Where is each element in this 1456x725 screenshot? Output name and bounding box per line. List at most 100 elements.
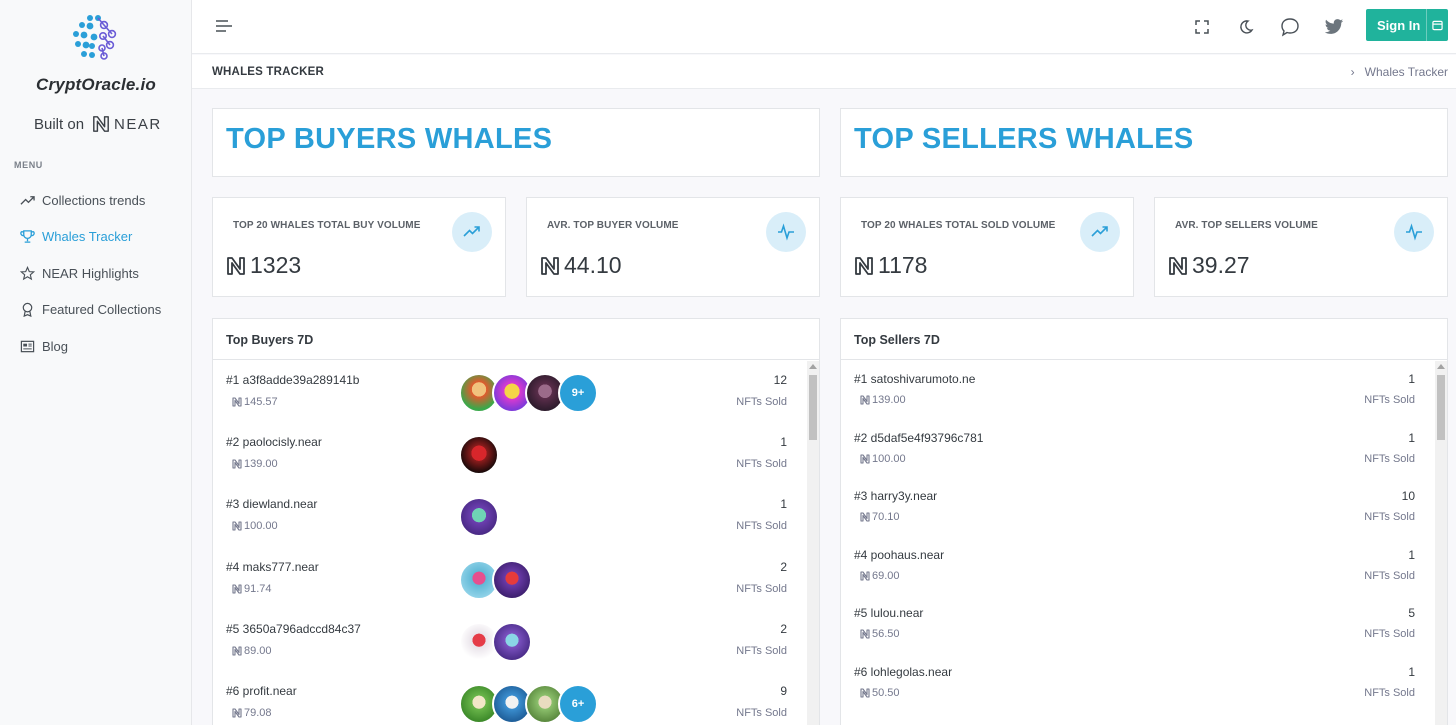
whale-name[interactable]: #4 poohaus.near xyxy=(854,548,944,562)
top-buyers-scrollbar[interactable] xyxy=(807,361,819,725)
nft-avatar[interactable] xyxy=(459,497,499,538)
volume-value: 139.00 xyxy=(872,394,906,406)
menu-title: MENU xyxy=(14,160,43,170)
near-currency-icon xyxy=(1169,256,1187,275)
list-item[interactable]: #2 paolocisly.near 139.00 1 NFTs Sold xyxy=(213,423,807,485)
whale-volume: 139.00 xyxy=(860,394,906,406)
stat-number: 44.10 xyxy=(564,252,622,278)
twitter-icon[interactable] xyxy=(1312,14,1356,40)
sidebar-item-whales-tracker[interactable]: Whales Tracker xyxy=(0,219,192,256)
nft-count: 1 xyxy=(1408,547,1415,562)
near-currency-icon xyxy=(232,459,242,469)
scroll-up-arrow-icon[interactable] xyxy=(1437,364,1445,369)
nft-count: 10 xyxy=(1401,489,1415,503)
near-logo-icon xyxy=(93,116,109,132)
stat-label: AVR. TOP BUYER VOLUME xyxy=(547,220,679,231)
sidebar-item-collections-trends[interactable]: Collections trends xyxy=(0,182,192,219)
near-wordmark: NEAR xyxy=(114,115,162,133)
whale-name[interactable]: #6 lohlegolas.near xyxy=(854,665,952,679)
list-item[interactable]: #3 diewland.near 100.00 1 NFTs Sold xyxy=(213,485,807,547)
whale-name[interactable]: #5 lulou.near xyxy=(854,606,923,620)
nft-avatars xyxy=(459,497,499,538)
nft-avatars xyxy=(459,435,499,476)
nft-count-label: NFTs Sold xyxy=(736,582,787,595)
dark-mode-moon-icon[interactable] xyxy=(1224,14,1268,40)
near-currency-icon xyxy=(232,397,242,407)
whale-name[interactable]: #6 profit.near xyxy=(226,684,297,698)
list-item[interactable]: #4 poohaus.near 69.00 1 NFTs Sold xyxy=(841,537,1435,596)
stat-number: 39.27 xyxy=(1192,252,1250,278)
more-nfts-badge[interactable]: 6+ xyxy=(558,683,598,724)
whale-volume: 139.00 xyxy=(232,458,278,470)
list-item[interactable]: #1 a3f8adde39a289141b 145.57 9+ 12 NFTs … xyxy=(213,361,807,423)
sidebar: CryptOracle.io Built on NEAR MENU Collec… xyxy=(0,0,192,725)
whale-name[interactable]: #1 satoshivarumoto.ne xyxy=(854,372,975,386)
volume-value: 145.57 xyxy=(244,396,278,408)
breadcrumb-item[interactable]: Whales Tracker xyxy=(1365,65,1448,79)
nft-count-label: NFTs Sold xyxy=(1364,394,1415,406)
nft-count-label: NFTs Sold xyxy=(736,396,787,408)
more-nfts-badge[interactable]: 9+ xyxy=(558,373,598,413)
stat-label: TOP 20 WHALES TOTAL SOLD VOLUME xyxy=(861,220,1056,231)
nft-avatars: 6+ xyxy=(459,683,598,724)
nft-avatar[interactable] xyxy=(459,435,499,476)
nft-avatars: 9+ xyxy=(459,373,598,413)
sign-in-button[interactable]: Sign In xyxy=(1366,9,1448,41)
nft-count: 9 xyxy=(780,683,787,698)
fullscreen-icon[interactable] xyxy=(1180,14,1224,40)
scrollbar-thumb[interactable] xyxy=(809,375,817,440)
nft-count: 1 xyxy=(1408,664,1415,679)
newspaper-icon xyxy=(19,338,35,354)
chat-bubble-icon[interactable] xyxy=(1268,14,1312,40)
near-currency-icon xyxy=(860,570,870,581)
list-item[interactable]: #4 maks777.near 91.74 2 NFTs Sold xyxy=(213,548,807,610)
scrollbar-thumb[interactable] xyxy=(1437,375,1445,440)
sidebar-item-featured-collections[interactable]: Featured Collections xyxy=(0,292,192,329)
scroll-up-arrow-icon[interactable] xyxy=(809,364,817,369)
whale-volume: 56.50 xyxy=(860,628,900,640)
top-sellers-scrollbar[interactable] xyxy=(1435,361,1447,725)
trending-up-icon xyxy=(452,212,492,252)
nft-avatar[interactable] xyxy=(492,621,532,662)
whale-name[interactable]: #3 harry3y.near xyxy=(854,489,937,503)
activity-icon xyxy=(1394,212,1434,252)
near-currency-icon xyxy=(860,629,870,639)
sidebar-item-label: Blog xyxy=(42,338,69,354)
sidebar-item-near-highlights[interactable]: NEAR Highlights xyxy=(0,255,192,292)
list-item[interactable]: #6 lohlegolas.near 50.50 1 NFTs Sold xyxy=(841,654,1435,713)
menu-toggle-icon[interactable] xyxy=(215,18,233,34)
brand-name[interactable]: CryptOracle.io xyxy=(0,75,192,95)
nft-count-label: NFTs Sold xyxy=(1364,628,1415,640)
whale-name[interactable]: #2 d5daf5e4f93796c781 xyxy=(854,431,983,445)
whale-name[interactable]: #4 maks777.near xyxy=(226,560,319,574)
trend-line-icon xyxy=(19,192,35,208)
whale-volume: 89.00 xyxy=(232,645,272,657)
whale-volume: 91.74 xyxy=(232,583,272,595)
list-item[interactable]: #3 harry3y.near 70.10 10 NFTs Sold xyxy=(841,478,1435,537)
sidebar-item-label: Featured Collections xyxy=(42,302,162,318)
whale-name[interactable]: #1 a3f8adde39a289141b xyxy=(226,373,359,387)
list-item[interactable]: #6 profit.near 79.08 6+ 9 NFTs Sold xyxy=(213,672,807,725)
nft-count: 12 xyxy=(773,373,787,387)
list-item[interactable]: #5 3650a796adccd84c37 89.00 2 NFTs Sold xyxy=(213,610,807,672)
brand-logo-icon[interactable] xyxy=(70,12,122,62)
top-sellers-list: #1 satoshivarumoto.ne 139.00 1 NFTs Sold… xyxy=(841,361,1435,725)
whale-name[interactable]: #5 3650a796adccd84c37 xyxy=(226,622,361,636)
whale-volume: 145.57 xyxy=(232,396,278,408)
nft-count-label: NFTs Sold xyxy=(736,644,787,657)
list-item[interactable]: #5 lulou.near 56.50 5 NFTs Sold xyxy=(841,595,1435,654)
list-item[interactable]: #1 satoshivarumoto.ne 139.00 1 NFTs Sold xyxy=(841,361,1435,420)
nft-count-label: NFTs Sold xyxy=(1364,686,1415,699)
list-item[interactable]: #2 d5daf5e4f93796c781 100.00 1 NFTs Sold xyxy=(841,420,1435,479)
list-title: Top Sellers 7D xyxy=(841,319,1447,360)
stat-value: 44.10 xyxy=(540,252,622,279)
sidebar-item-blog[interactable]: Blog xyxy=(0,328,192,365)
nft-count-label: NFTs Sold xyxy=(736,520,787,533)
sidebar-item-label: Collections trends xyxy=(42,192,146,208)
whale-name[interactable]: #3 diewland.near xyxy=(226,497,317,511)
nft-avatar[interactable] xyxy=(492,559,532,600)
stat-label: TOP 20 WHALES TOTAL BUY VOLUME xyxy=(233,220,421,231)
nft-avatars xyxy=(459,559,532,600)
nft-count-label: NFTs Sold xyxy=(1364,452,1415,465)
whale-name[interactable]: #2 paolocisly.near xyxy=(226,435,322,449)
